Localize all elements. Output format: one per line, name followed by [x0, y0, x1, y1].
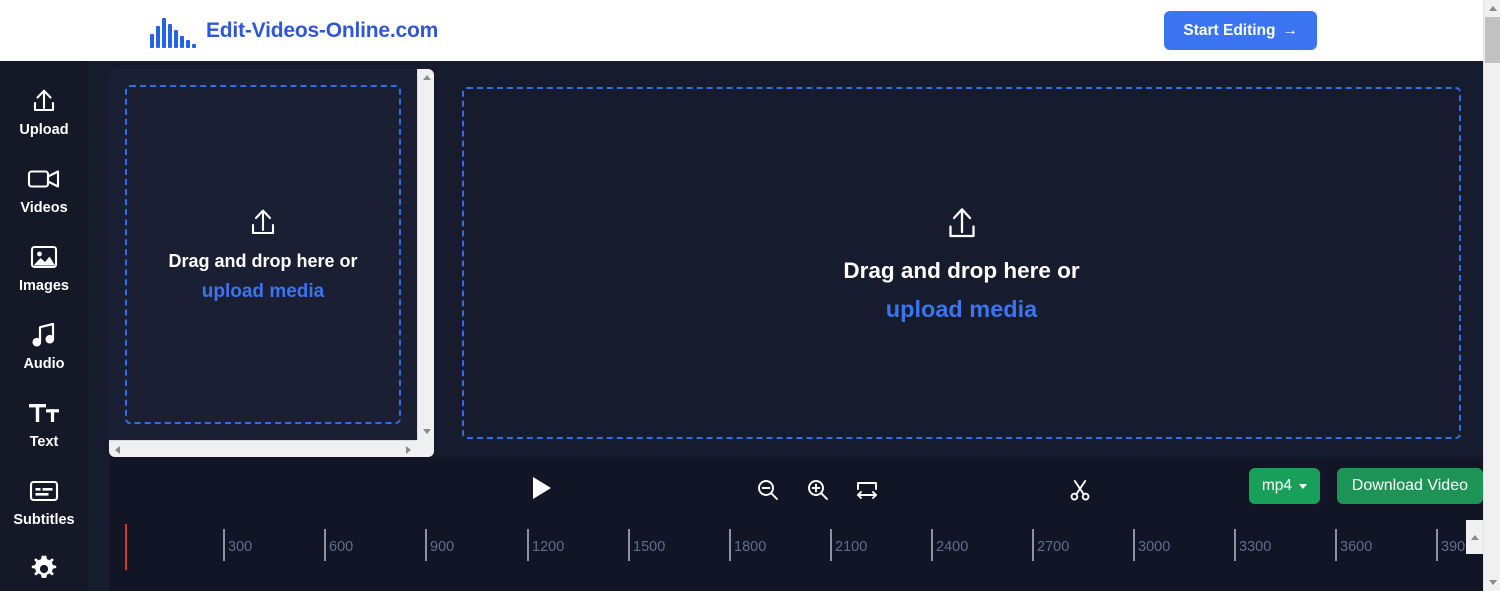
start-editing-button[interactable]: Start Editing →: [1164, 11, 1317, 50]
timeline-ruler[interactable]: 300 600 900 1200 1500 1800 2100 2400 2700 3000 330…: [109, 520, 1483, 591]
ruler-tick: 3600: [1335, 529, 1372, 561]
upload-icon: [245, 206, 281, 245]
scroll-up-arrow[interactable]: [1484, 0, 1500, 17]
ruler-tick: 3300: [1234, 529, 1271, 561]
sidebar-item-label: Subtitles: [13, 512, 75, 528]
format-select[interactable]: mp4: [1248, 468, 1320, 504]
image-icon: [29, 242, 59, 272]
timeline-scrollbar[interactable]: [1466, 520, 1483, 554]
preview-area: Drag and drop here or upload media: [452, 69, 1473, 457]
play-button[interactable]: [529, 474, 555, 502]
scroll-right-arrow[interactable]: [400, 441, 417, 457]
text-format-icon: [27, 398, 61, 428]
download-video-button[interactable]: Download Video: [1336, 468, 1483, 504]
preview-dropzone-text: Drag and drop here or: [843, 258, 1080, 283]
ruler-tick-label: 1200: [532, 539, 565, 555]
brand-name: Edit-Videos-Online.com: [206, 18, 439, 42]
ruler-tick: 2400: [931, 529, 968, 561]
sidebar-item-videos[interactable]: Videos: [0, 151, 88, 229]
preview-upload-link[interactable]: upload media: [886, 296, 1037, 323]
fit-to-width-button[interactable]: [855, 480, 879, 502]
format-value: mp4: [1261, 477, 1292, 494]
ruler-tick-label: 600: [329, 539, 354, 555]
waveform-bar: [192, 43, 196, 48]
chevron-down-icon: [1299, 483, 1307, 489]
waveform-icon: [150, 14, 196, 48]
ruler-tick-label: 1800: [734, 539, 767, 555]
workspace: Upload Videos Images Audio Text Subtitle…: [0, 61, 1483, 591]
left-sidebar: Upload Videos Images Audio Text Subtitle…: [0, 61, 88, 591]
gear-icon: [29, 554, 59, 584]
media-panel-horizontal-scrollbar[interactable]: [109, 440, 417, 457]
ruler-tick: 1500: [628, 529, 665, 561]
timeline-toolbar: mp4 Download Video: [109, 457, 1483, 520]
ruler-tick-label: 900: [430, 539, 455, 555]
waveform-bar: [162, 17, 166, 48]
upload-icon: [940, 203, 984, 250]
scroll-up-arrow[interactable]: [418, 69, 434, 86]
sidebar-item-label: Upload: [19, 122, 69, 138]
music-note-icon: [29, 320, 59, 350]
sidebar-item-subtitles[interactable]: Subtitles: [0, 463, 88, 541]
waveform-bar: [168, 23, 172, 48]
ruler-tick-label: 2100: [835, 539, 868, 555]
ruler-tick: 600: [324, 529, 353, 561]
page-scrollbar-thumb[interactable]: [1485, 17, 1500, 63]
ruler-tick: 1800: [729, 529, 766, 561]
upload-icon: [29, 86, 59, 116]
ruler-tick-label: 300: [228, 539, 253, 555]
start-editing-label: Start Editing: [1183, 21, 1276, 39]
sidebar-item-label: Audio: [23, 356, 65, 372]
playhead[interactable]: [125, 524, 127, 570]
ruler-tick: 1200: [527, 529, 564, 561]
sidebar-item-label: Videos: [20, 200, 68, 216]
sidebar-item-label: Text: [29, 434, 59, 450]
zoom-in-button[interactable]: [806, 478, 830, 502]
sidebar-item-upload[interactable]: Upload: [0, 73, 88, 151]
media-dropzone[interactable]: Drag and drop here or upload media: [125, 85, 401, 424]
page-scrollbar[interactable]: [1483, 0, 1500, 591]
ruler-tick-label: 2400: [936, 539, 969, 555]
app-root: Edit-Videos-Online.com Start Editing → U…: [0, 0, 1500, 591]
sidebar-item-images[interactable]: Images: [0, 229, 88, 307]
waveform-bar: [156, 25, 160, 48]
media-library-content: Drag and drop here or upload media: [109, 69, 417, 440]
waveform-bar: [180, 35, 184, 48]
ruler-tick: 300: [223, 529, 252, 561]
scroll-down-arrow[interactable]: [1484, 574, 1500, 591]
subtitles-icon: [28, 476, 60, 506]
ruler-tick-label: 3300: [1239, 539, 1272, 555]
ruler-tick: 2100: [830, 529, 867, 561]
media-dropzone-text: Drag and drop here or: [168, 251, 358, 271]
brand-logo[interactable]: Edit-Videos-Online.com: [150, 14, 438, 48]
ruler-tick: 2700: [1032, 529, 1069, 561]
media-library-panel: Drag and drop here or upload media: [109, 69, 434, 457]
site-header: Edit-Videos-Online.com Start Editing →: [0, 0, 1483, 61]
cut-button[interactable]: [1068, 478, 1092, 502]
ruler-tick: 3000: [1133, 529, 1170, 561]
scroll-left-arrow[interactable]: [109, 441, 126, 457]
ruler-tick-label: 3000: [1138, 539, 1171, 555]
ruler-tick-label: 2700: [1037, 539, 1070, 555]
sidebar-item-audio[interactable]: Audio: [0, 307, 88, 385]
ruler-tick-label: 1500: [633, 539, 666, 555]
waveform-bar: [150, 33, 154, 48]
sidebar-item-text[interactable]: Text: [0, 385, 88, 463]
media-panel-vertical-scrollbar[interactable]: [417, 69, 434, 440]
arrow-right-icon: →: [1282, 21, 1299, 39]
scroll-down-arrow[interactable]: [418, 423, 434, 440]
ruler-tick-label: 3600: [1340, 539, 1373, 555]
media-upload-link[interactable]: upload media: [202, 281, 324, 303]
waveform-bar: [186, 39, 190, 48]
ruler-tick: 900: [425, 529, 454, 561]
preview-dropzone[interactable]: Drag and drop here or upload media: [462, 87, 1461, 439]
timeline-panel: mp4 Download Video 300 600 900 1200 1500 1800…: [109, 457, 1483, 591]
sidebar-item-label: Images: [19, 278, 69, 294]
scrollbar-corner: [417, 440, 434, 457]
video-camera-icon: [27, 164, 61, 194]
waveform-bar: [174, 29, 178, 48]
zoom-out-button[interactable]: [756, 478, 780, 502]
sidebar-item-settings[interactable]: Settings: [0, 541, 88, 591]
